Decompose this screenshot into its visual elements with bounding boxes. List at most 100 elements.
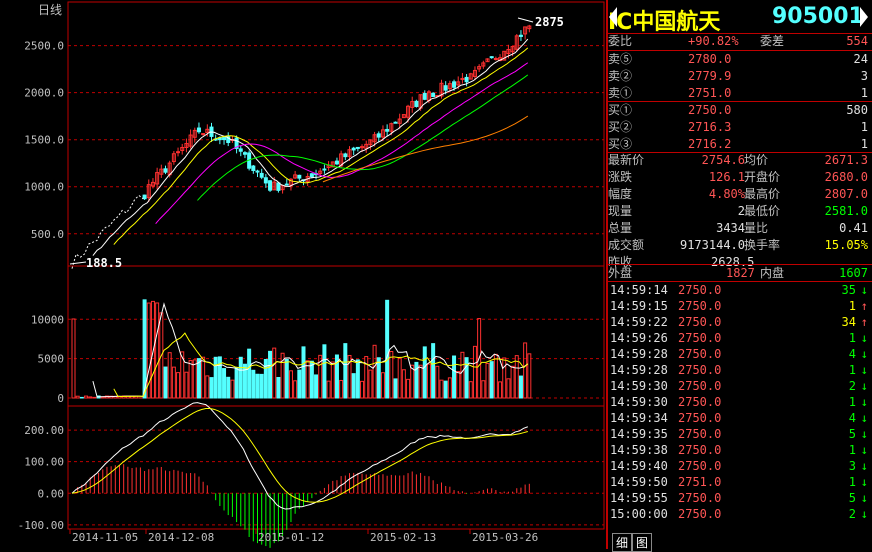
- stat-value: 2807.0: [825, 186, 868, 203]
- tab-detail[interactable]: 细: [612, 533, 632, 552]
- volume-bar: [461, 352, 464, 398]
- bid-label: 买③: [608, 136, 632, 153]
- stat-value: 0.41: [839, 220, 868, 237]
- tick-row: 14:59:352750.05↓: [608, 426, 870, 442]
- tick-volume: 1: [849, 474, 856, 490]
- candle-body: [269, 181, 272, 190]
- period-label: 日线: [38, 3, 62, 17]
- volume-bar: [214, 357, 217, 398]
- bid-volume: 1: [861, 136, 868, 153]
- tick-price: 2750.0: [678, 458, 721, 474]
- inner-label: 内盘: [760, 265, 784, 282]
- tick-price: 2750.0: [678, 314, 721, 330]
- volume-bar: [315, 375, 318, 398]
- down-arrow-icon: ↓: [861, 490, 868, 506]
- tick-row: 14:59:302750.01↓: [608, 394, 870, 410]
- volume-bar: [448, 378, 451, 398]
- price-tick-label: 1000.0: [24, 181, 64, 194]
- candle-body: [310, 174, 313, 177]
- price-tick-label: 500.0: [31, 228, 64, 241]
- kline-chart[interactable]: 500.01000.01500.02000.02500.00500010000-…: [0, 0, 606, 549]
- stat-label: 最低价: [744, 203, 780, 220]
- tick-row: 14:59:502751.01↓: [608, 474, 870, 490]
- volume-tick-label: 5000: [38, 353, 65, 366]
- stock-header: IC中国航天 905001: [606, 0, 872, 34]
- volume-bar: [206, 376, 209, 398]
- volume-bar: [331, 362, 334, 398]
- volume-tick-label: 10000: [31, 313, 64, 326]
- next-stock-arrow-icon[interactable]: [860, 7, 868, 27]
- tick-row: 14:59:282750.04↓: [608, 346, 870, 362]
- candle-body: [260, 173, 263, 177]
- volume-bar: [369, 370, 372, 398]
- tab-chart[interactable]: 图: [632, 533, 652, 552]
- stat-value: 15.05%: [825, 237, 868, 254]
- volume-bar: [72, 319, 75, 398]
- volume-bar: [248, 349, 251, 398]
- candle-body: [344, 154, 347, 157]
- weibi-value: +90.82%: [688, 33, 739, 50]
- prev-stock-arrow-icon[interactable]: [609, 7, 617, 27]
- x-tick-label: 2015-01-12: [258, 531, 324, 544]
- volume-bar: [172, 367, 175, 398]
- volume-bar: [499, 382, 502, 398]
- tick-price: 2751.0: [678, 474, 721, 490]
- tick-price: 2750.0: [678, 506, 721, 522]
- tick-price: 2750.0: [678, 298, 721, 314]
- bid-label: 买①: [608, 102, 632, 119]
- volume-bar: [444, 381, 447, 398]
- outer-inner-row: 外盘 1827 内盘 1607: [608, 265, 870, 282]
- low-pointer: [70, 262, 86, 264]
- volume-bar: [227, 377, 230, 398]
- candle-body: [453, 82, 456, 87]
- volume-bar: [381, 373, 384, 398]
- tick-price: 2750.0: [678, 378, 721, 394]
- down-arrow-icon: ↓: [861, 474, 868, 490]
- volume-bar: [89, 397, 92, 398]
- tick-row: 14:59:342750.04↓: [608, 410, 870, 426]
- macd-tick-label: -100.00: [18, 519, 64, 532]
- candle-body: [356, 147, 359, 148]
- stat-label: 涨跌: [608, 169, 632, 186]
- volume-bar: [361, 381, 364, 398]
- tick-list[interactable]: 14:59:142750.035↓14:59:152750.01↑14:59:2…: [608, 282, 870, 522]
- bid-list: 买①2750.0580买②2716.31买③2716.21: [608, 102, 870, 153]
- down-arrow-icon: ↓: [861, 442, 868, 458]
- stat-value: 2671.3: [825, 152, 868, 169]
- ask-price: 2779.9: [688, 68, 731, 85]
- volume-bar: [519, 376, 522, 398]
- volume-bar: [168, 353, 171, 398]
- ask-volume: 24: [854, 51, 868, 68]
- volume-bar: [473, 346, 476, 398]
- tick-volume: 2: [849, 506, 856, 522]
- volume-bar: [423, 347, 426, 398]
- stat-label: 成交额: [608, 237, 644, 254]
- volume-bar: [294, 381, 297, 398]
- bid-price: 2716.2: [688, 136, 731, 153]
- stat-value: 2754.6: [702, 152, 745, 169]
- tick-price: 2750.0: [678, 426, 721, 442]
- volume-bar: [419, 365, 422, 398]
- volume-bar: [344, 344, 347, 398]
- ask-price: 2751.0: [688, 85, 731, 102]
- bid-label: 买②: [608, 119, 632, 136]
- volume-bar: [260, 374, 263, 398]
- tick-price: 2750.0: [678, 330, 721, 346]
- tick-row: 14:59:142750.035↓: [608, 282, 870, 298]
- ask-row: 卖②2779.93: [608, 68, 870, 85]
- stock-name: IC中国航天: [608, 4, 720, 36]
- high-price-label: 2875: [535, 15, 564, 29]
- candle-body: [285, 184, 288, 185]
- candle-body: [197, 128, 200, 132]
- volume-bar: [252, 370, 255, 398]
- tick-row: 14:59:222750.034↑: [608, 314, 870, 330]
- quote-stats: 最新价2754.6均价2671.3涨跌126.1开盘价2680.0幅度4.80%…: [608, 152, 870, 254]
- tick-price: 2750.0: [678, 346, 721, 362]
- stat-row: 幅度4.80%最高价2807.0: [608, 186, 870, 203]
- volume-bar: [436, 366, 439, 398]
- candle-body: [164, 169, 167, 172]
- volume-bar: [390, 352, 393, 398]
- stat-value: 2581.0: [825, 203, 868, 220]
- stat-value: 4.80%: [709, 186, 745, 203]
- down-arrow-icon: ↓: [861, 458, 868, 474]
